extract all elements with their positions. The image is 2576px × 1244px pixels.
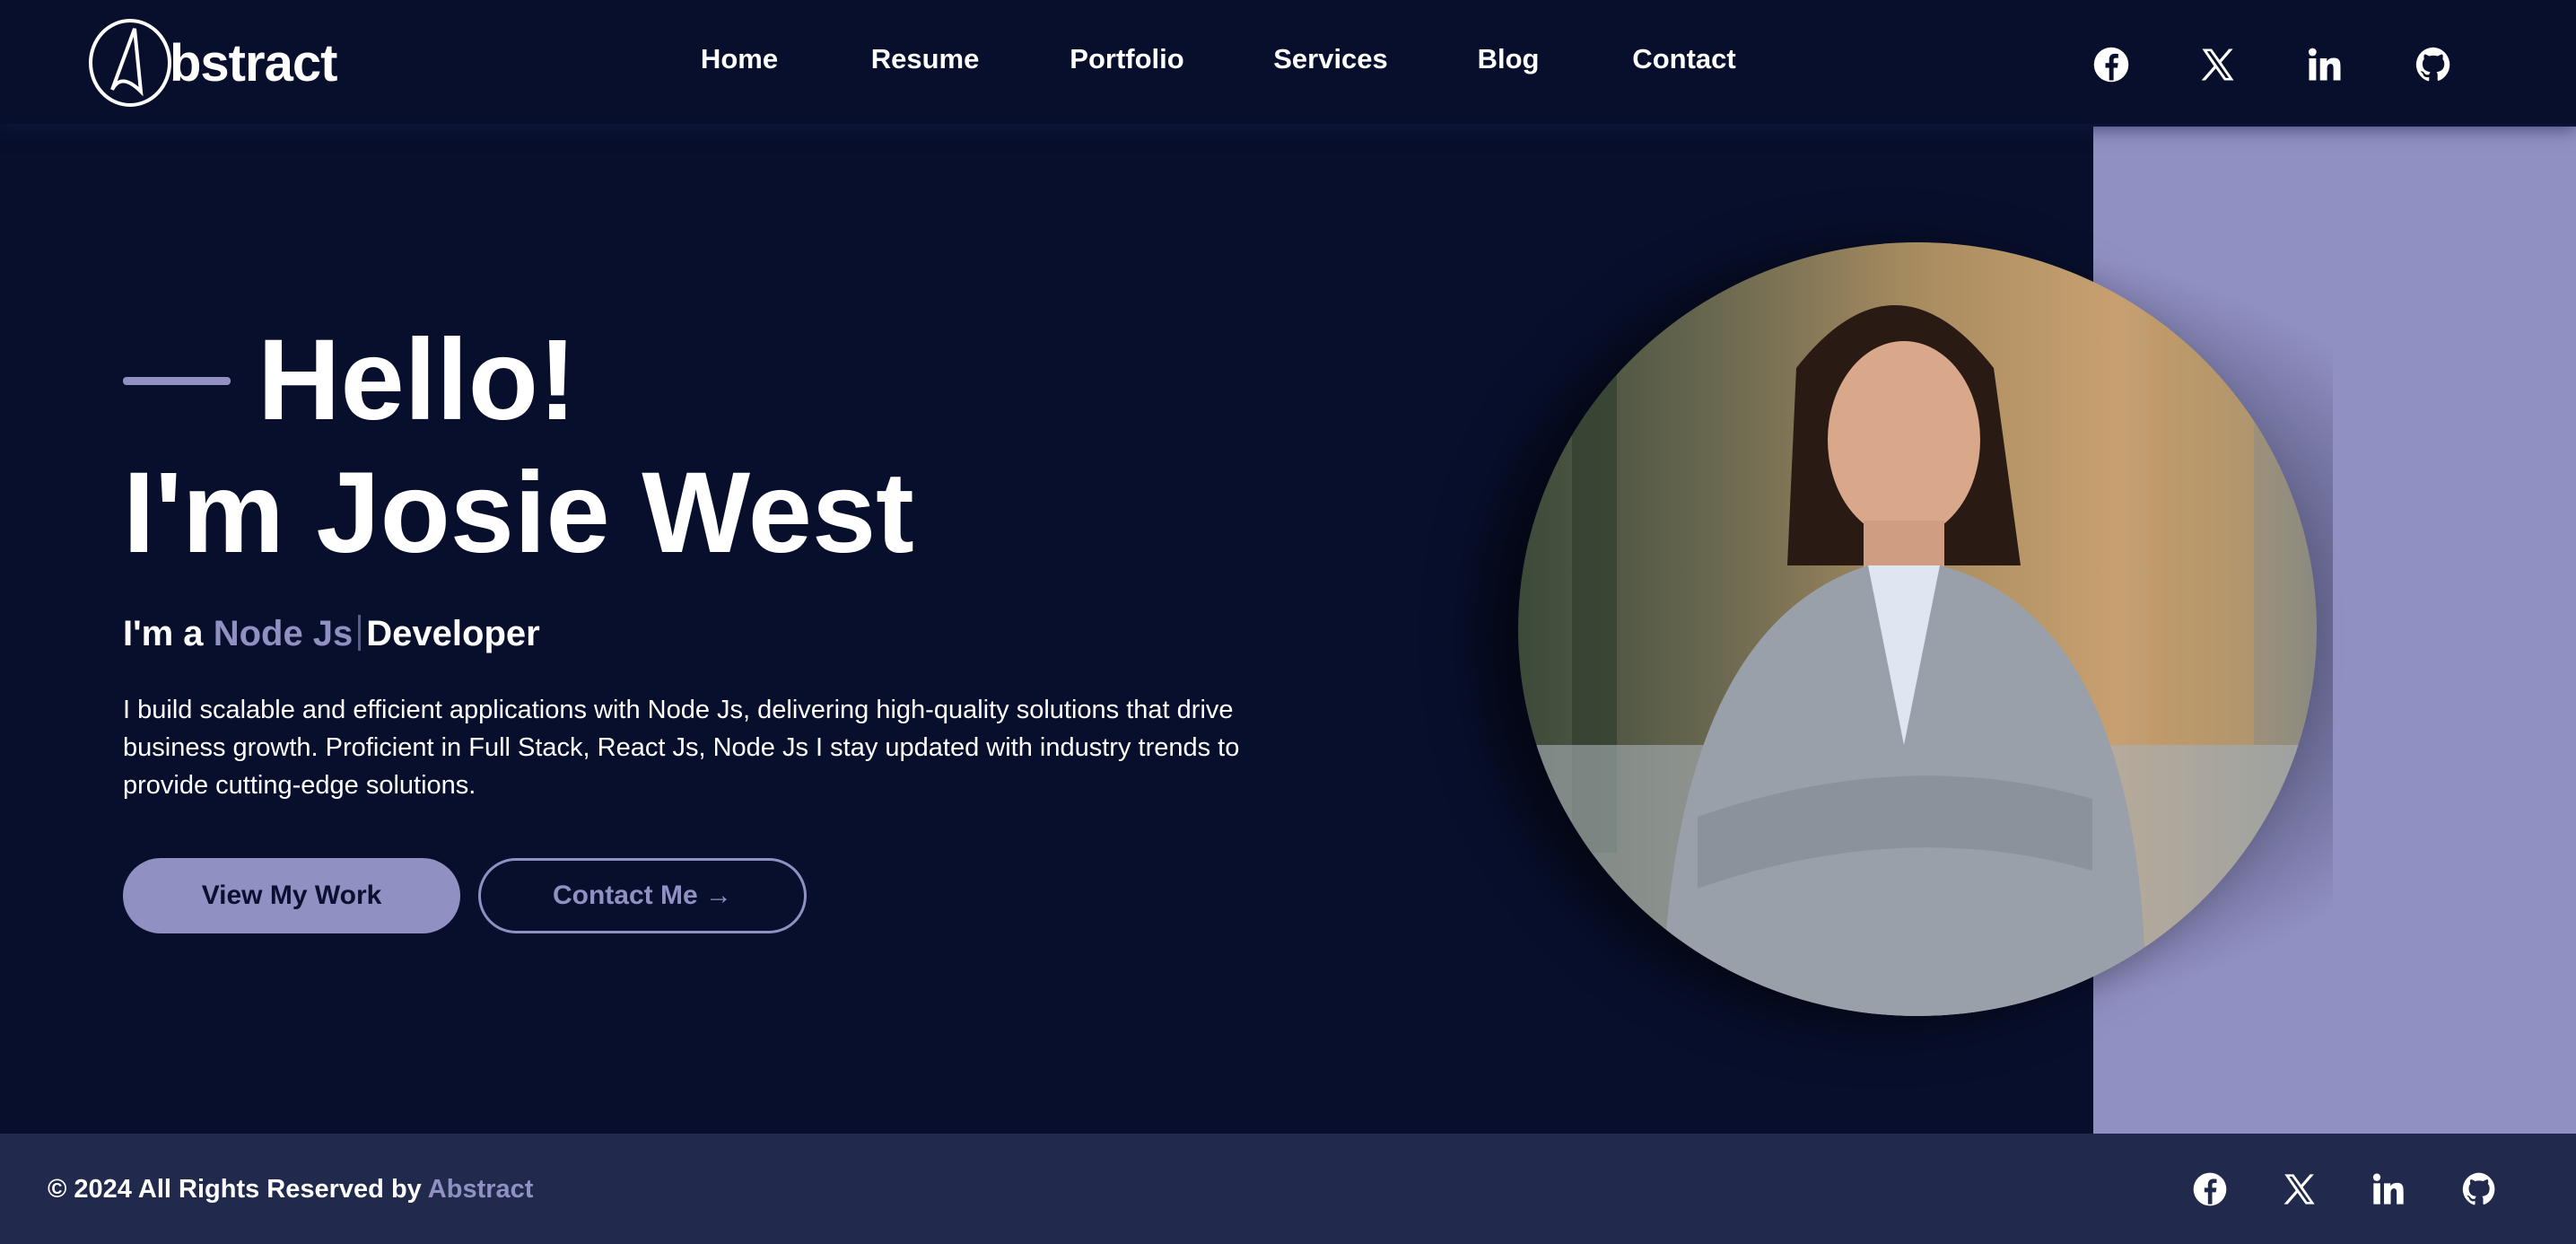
view-my-work-button[interactable]: View My Work [123,858,460,933]
role-prefix: I'm a [123,614,204,653]
footer: © 2024 All Rights Reserved by Abstract [0,1134,2576,1244]
copyright: © 2024 All Rights Reserved by Abstract [48,1175,533,1205]
nav-blog[interactable]: Blog [1478,43,1540,75]
facebook-icon[interactable] [2192,1171,2228,1207]
linkedin-icon[interactable] [2306,46,2344,83]
nav-contact[interactable]: Contact [1632,43,1735,75]
role-suffix: Developer [366,614,540,653]
github-icon[interactable] [2414,46,2452,83]
copyright-text: © 2024 All Rights Reserved by [48,1175,422,1204]
greeting-row: Hello! [123,323,577,438]
github-icon[interactable] [2461,1171,2497,1207]
logo-text: bstract [170,33,337,92]
profile-photo [1518,242,2317,1016]
logo-icon [89,19,171,107]
footer-brand-link[interactable]: Abstract [428,1175,534,1204]
x-icon[interactable] [2199,46,2237,83]
role-line: I'm a Node Js Developer [123,614,540,654]
contact-me-button[interactable]: Contact Me → [478,858,807,933]
nav-services[interactable]: Services [1273,43,1388,75]
accent-line [123,376,231,385]
hero-name: I'm Josie West [123,449,914,577]
typing-cursor [358,615,362,651]
linkedin-icon[interactable] [2371,1171,2406,1207]
nav-resume[interactable]: Resume [871,43,980,75]
facebook-icon[interactable] [2092,46,2130,83]
greeting: Hello! [258,316,577,444]
nav-portfolio[interactable]: Portfolio [1070,43,1183,75]
hero-description: I build scalable and efficient applicati… [123,696,1240,800]
logo[interactable]: bstract [85,18,337,108]
header: bstract Home Resume Portfolio Services B… [0,0,2576,124]
x-icon[interactable] [2282,1171,2318,1207]
nav-home[interactable]: Home [701,43,778,75]
role-skill: Node Js [213,614,354,653]
person-illustration [1518,296,2317,1016]
